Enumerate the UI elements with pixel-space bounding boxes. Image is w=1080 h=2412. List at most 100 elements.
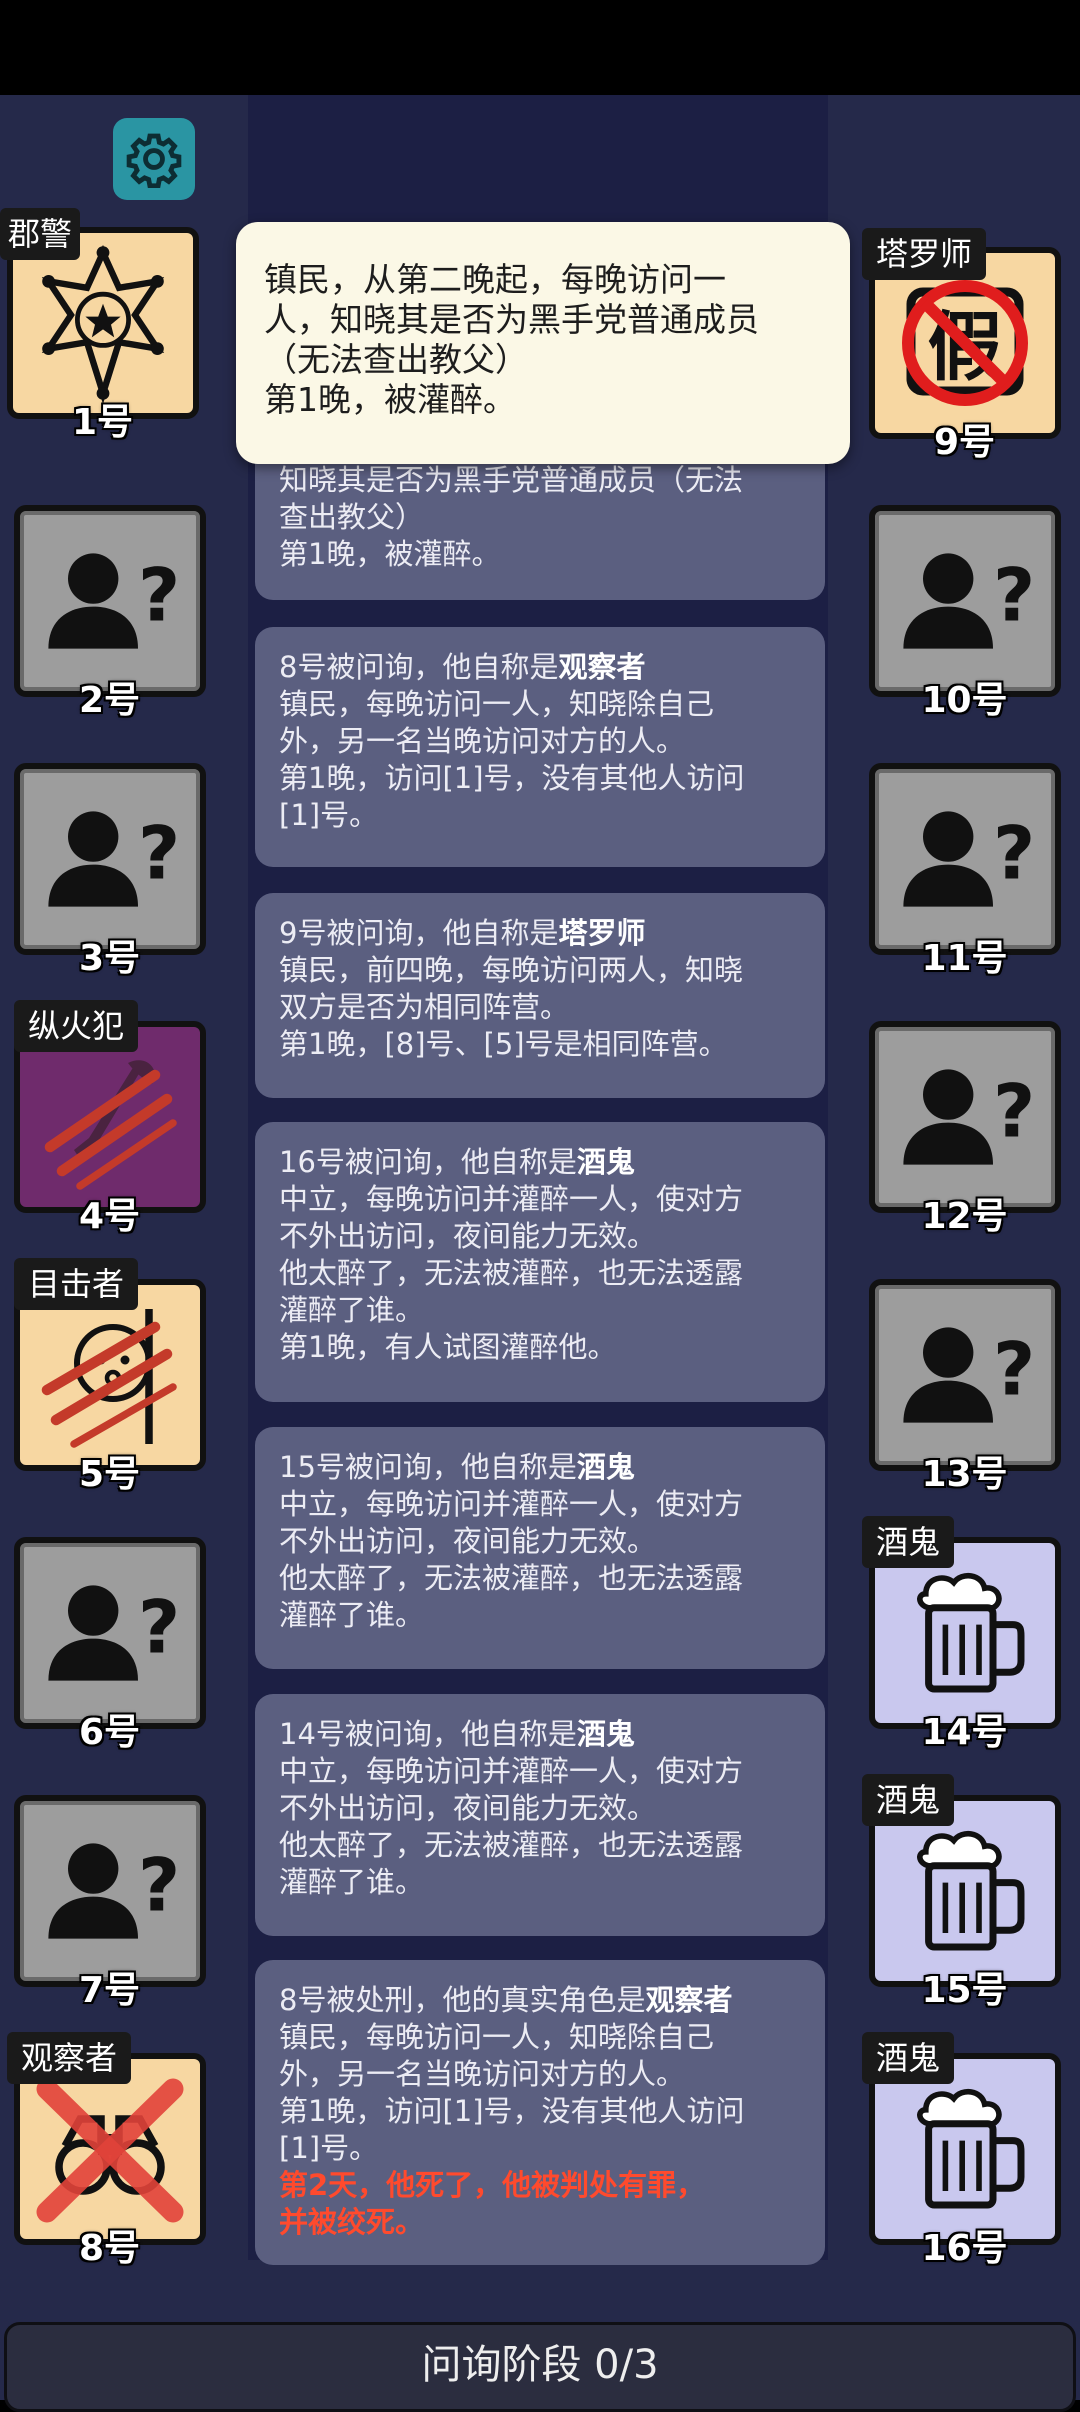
beer-mug-icon [917, 1572, 1025, 1693]
player-10[interactable]: ? 10号 [862, 500, 1067, 721]
player-number: 10号 [921, 680, 1008, 721]
log-prefix: 8号被问询，他自称是 [279, 650, 559, 684]
player-number: 14号 [921, 1712, 1008, 1753]
log-line: 他太醉了，无法被灌醉，也无法透露 [279, 1256, 744, 1290]
log-line: 知晓其是否为黑手党普通成员（无法 [279, 463, 744, 497]
log-message: 9号被问询，他自称是塔罗师 镇民，前四晚，每晚访问两人，知晓 双方是否为相同阵营… [255, 893, 825, 1098]
player-5[interactable]: 目击者 5号 [7, 1258, 212, 1495]
role-label: 酒鬼 [862, 1774, 955, 1826]
svg-text:?: ? [138, 554, 180, 639]
tooltip-line: 镇民，从第二晚起，每晚访问一 [264, 260, 726, 299]
log-prefix: 8号被处刑，他的真实角色是 [279, 1983, 646, 2017]
log-line: 镇民，前四晚，每晚访问两人，知晓 [279, 953, 744, 987]
player-card: ? [869, 763, 1061, 955]
log-line: 灌醉了谁。 [279, 1598, 425, 1632]
player-number: 9号 [933, 422, 996, 463]
unknown-person-icon: ? [48, 1585, 180, 1681]
log-prefix: 16号被问询，他自称是 [279, 1145, 577, 1179]
svg-text:?: ? [993, 1328, 1035, 1413]
tooltip-line: （无法查出教父） [264, 340, 528, 379]
log-message: 16号被问询，他自称是酒鬼 中立，每晚访问并灌醉一人，使对方 不外出访问，夜间能… [255, 1122, 825, 1402]
player-15[interactable]: 酒鬼 15号 [862, 1774, 1067, 2011]
player-3[interactable]: ? 3号 [7, 758, 212, 979]
log-prefix: 15号被问询，他自称是 [279, 1450, 577, 1484]
player-7[interactable]: ? 7号 [7, 1790, 212, 2011]
player-number: 1号 [71, 402, 134, 443]
claimed-role: 酒鬼 [576, 1450, 635, 1484]
player-12[interactable]: ? 12号 [862, 1016, 1067, 1237]
log-message: 14号被问询，他自称是酒鬼 中立，每晚访问并灌醉一人，使对方 不外出访问，夜间能… [255, 1694, 825, 1936]
unknown-person-icon: ? [48, 1843, 180, 1939]
svg-text:?: ? [993, 1070, 1035, 1155]
sheriff-badge-icon [41, 244, 165, 403]
binoculars-icon [36, 2078, 184, 2223]
role-tooltip: 镇民，从第二晚起，每晚访问一 人，知晓其是否为黑手党普通成员 （无法查出教父） … [236, 222, 850, 464]
player-16[interactable]: 酒鬼 16号 [862, 2032, 1067, 2269]
claimed-role: 观察者 [558, 650, 646, 684]
death-notice: 第2天，他死了，他被判处有罪， [279, 2168, 706, 2202]
settings-button[interactable] [113, 118, 195, 200]
player-card: ? [869, 1279, 1061, 1471]
unknown-person-icon: ? [903, 553, 1035, 649]
claimed-role: 酒鬼 [576, 1717, 635, 1751]
player-9[interactable]: 假 塔罗师 9号 [862, 228, 1067, 463]
log-line: 查出教父） [279, 500, 425, 534]
log-line: [1]号。 [279, 2131, 379, 2165]
log-prefix: 9号被问询，他自称是 [279, 916, 559, 950]
player-8[interactable]: 观察者 8号 [7, 2032, 212, 2269]
svg-text:?: ? [993, 554, 1035, 639]
beer-mug-icon [917, 2088, 1025, 2209]
player-card: ? [869, 1021, 1061, 1213]
role-label: 酒鬼 [862, 1516, 955, 1568]
player-14[interactable]: 酒鬼 14号 [862, 1516, 1067, 1753]
true-role: 观察者 [645, 1983, 733, 2017]
claimed-role: 酒鬼 [576, 1145, 635, 1179]
player-number: 16号 [921, 2228, 1008, 2269]
player-number: 13号 [921, 1454, 1008, 1495]
log-line: 双方是否为相同阵营。 [279, 990, 570, 1024]
unknown-person-icon: ? [903, 811, 1035, 907]
player-13[interactable]: ? 13号 [862, 1274, 1067, 1495]
svg-text:?: ? [138, 1586, 180, 1671]
log-message: 8号被处刑，他的真实角色是观察者 镇民，每晚访问一人，知晓除自己 外，另一名当晚… [255, 1960, 825, 2265]
log-line: 第1晚，被灌醉。 [279, 537, 501, 571]
player-card: ? [14, 1795, 206, 1987]
player-number: 3号 [78, 938, 141, 979]
log-line: 不外出访问，夜间能力无效。 [279, 1219, 657, 1253]
log-prefix: 14号被问询，他自称是 [279, 1717, 577, 1751]
log-line: 外，另一名当晚访问对方的人。 [279, 2057, 686, 2091]
role-label: 纵火犯 [14, 1000, 139, 1052]
svg-text:?: ? [993, 812, 1035, 897]
player-2[interactable]: ? 2号 [7, 500, 212, 721]
phase-indicator: 问询阶段 0/3 [4, 2322, 1076, 2412]
unknown-person-icon: ? [903, 1069, 1035, 1165]
claimed-role: 塔罗师 [558, 916, 646, 950]
unknown-person-icon: ? [48, 811, 180, 907]
svg-text:?: ? [138, 812, 180, 897]
unknown-person-icon: ? [48, 553, 180, 649]
torch-icon [44, 1060, 177, 1190]
player-number: 7号 [78, 1970, 141, 2011]
fake-stamp-icon: 假 [902, 280, 1028, 406]
player-number: 4号 [78, 1196, 141, 1237]
log-line: 灌醉了谁。 [279, 1865, 425, 1899]
log-line: 中立，每晚访问并灌醉一人，使对方 [279, 1754, 744, 1788]
player-number: 12号 [921, 1196, 1008, 1237]
log-line: 镇民，每晚访问一人，知晓除自己 [279, 2020, 715, 2054]
log-line: 不外出访问，夜间能力无效。 [279, 1524, 657, 1558]
player-number: 6号 [78, 1712, 141, 1753]
log-line: 第1晚，访问[1]号，没有其他人访问 [279, 761, 745, 795]
role-label: 塔罗师 [862, 228, 987, 280]
player-card: ? [14, 505, 206, 697]
witness-peek-icon [41, 1309, 177, 1448]
role-label: 观察者 [7, 2032, 132, 2084]
player-11[interactable]: ? 11号 [862, 758, 1067, 979]
player-4[interactable]: 纵火犯 4号 [7, 1000, 212, 1237]
log-message: 8号被问询，他自称是观察者 镇民，每晚访问一人，知晓除自己 外，另一名当晚访问对… [255, 627, 825, 867]
player-number: 15号 [921, 1970, 1008, 2011]
log-line: 灌醉了谁。 [279, 1293, 425, 1327]
player-1[interactable]: 郡警 1号 [0, 208, 205, 443]
log-line: 他太醉了，无法被灌醉，也无法透露 [279, 1561, 744, 1595]
player-card: ? [14, 1537, 206, 1729]
player-6[interactable]: ? 6号 [7, 1532, 212, 1753]
